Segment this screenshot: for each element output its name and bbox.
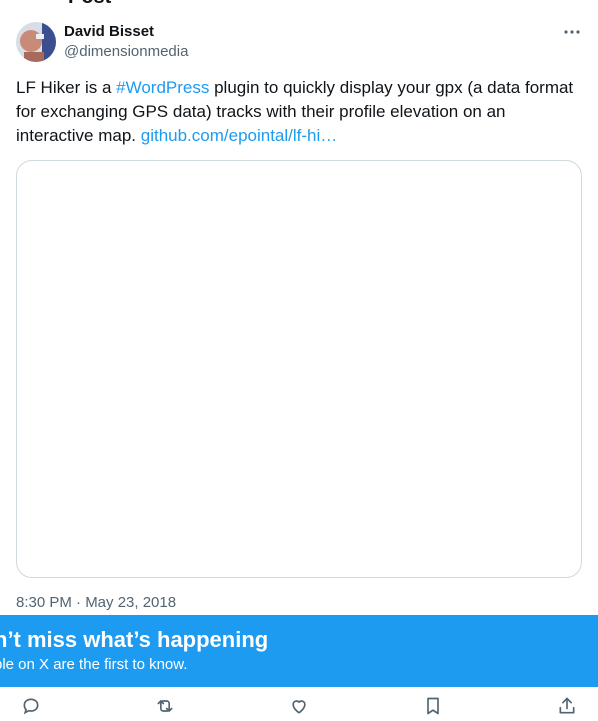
action-bar (0, 694, 598, 721)
page-title: Post (68, 0, 111, 8)
banner-title: n’t miss what’s happening (0, 627, 269, 652)
author-name[interactable]: David Bisset (64, 23, 154, 40)
more-options-icon[interactable] (562, 22, 582, 42)
bookmark-icon[interactable] (421, 694, 445, 718)
banner-subtitle: ple on X are the first to know. (0, 656, 188, 673)
like-icon[interactable] (287, 694, 311, 718)
tweet-text-part: LF Hiker is a (16, 78, 117, 97)
author-handle[interactable]: @dimensionmedia (64, 43, 188, 60)
hashtag-link[interactable]: #WordPress (116, 78, 209, 97)
reply-icon[interactable] (19, 694, 43, 718)
url-link[interactable]: github.com/epointal/lf-hi… (141, 126, 338, 145)
share-icon[interactable] (555, 694, 579, 718)
tweet-text: LF Hiker is a #WordPress plugin to quick… (16, 76, 582, 148)
avatar[interactable] (16, 22, 56, 62)
timestamp[interactable]: 8:30 PM · May 23, 2018 (16, 594, 176, 611)
signup-banner: n’t miss what’s happening ple on X are t… (0, 615, 598, 687)
header-bar: Post (0, 0, 598, 8)
link-preview-card[interactable] (16, 160, 582, 578)
author-row: David Bisset @dimensionmedia (16, 22, 582, 62)
repost-icon[interactable] (153, 694, 177, 718)
